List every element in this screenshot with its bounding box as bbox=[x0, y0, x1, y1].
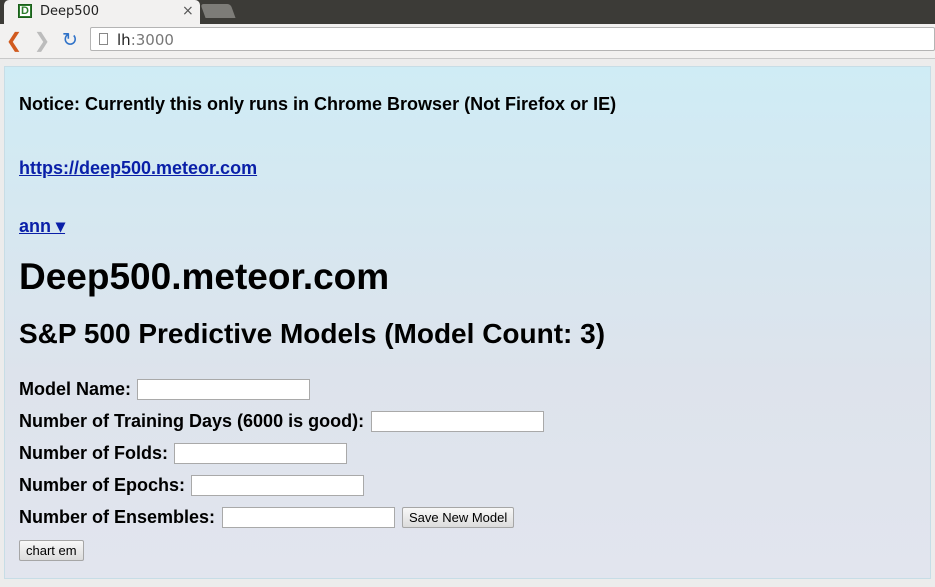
page-content: Notice: Currently this only runs in Chro… bbox=[4, 66, 931, 579]
model-name-input[interactable] bbox=[137, 379, 311, 400]
page-subtitle: S&P 500 Predictive Models (Model Count: … bbox=[19, 318, 606, 349]
new-tab-button[interactable] bbox=[200, 4, 236, 18]
folds-row: Number of Folds: bbox=[19, 443, 348, 465]
back-icon[interactable]: ❮ bbox=[4, 30, 24, 50]
browser-tab[interactable]: D Deep500 × bbox=[4, 0, 200, 24]
training-days-input[interactable] bbox=[370, 411, 544, 432]
tab-bar: D Deep500 × bbox=[0, 0, 935, 24]
epochs-row: Number of Epochs: bbox=[19, 475, 365, 497]
url-host: lh bbox=[117, 31, 131, 49]
page-viewport: Notice: Currently this only runs in Chro… bbox=[0, 59, 935, 587]
forward-icon[interactable]: ❯ bbox=[32, 30, 52, 50]
favicon-icon: D bbox=[18, 4, 32, 18]
user-menu-dropdown[interactable]: ann ▾ bbox=[19, 216, 65, 237]
folds-input[interactable] bbox=[174, 443, 348, 464]
browser-notice: Notice: Currently this only runs in Chro… bbox=[19, 94, 617, 114]
model-name-label: Model Name: bbox=[19, 379, 132, 399]
epochs-input[interactable] bbox=[191, 475, 365, 496]
browser-toolbar: ❮ ❯ ↻ lh:3000 bbox=[0, 24, 935, 59]
reload-icon[interactable]: ↻ bbox=[60, 30, 80, 50]
ensembles-label: Number of Ensembles: bbox=[19, 507, 216, 527]
tab-title: Deep500 bbox=[40, 4, 100, 19]
model-name-row: Model Name: bbox=[19, 379, 311, 401]
chart-em-button[interactable]: chart em bbox=[19, 540, 84, 561]
page-icon bbox=[99, 33, 108, 45]
save-new-model-button[interactable]: Save New Model bbox=[401, 507, 515, 528]
close-icon[interactable]: × bbox=[182, 3, 194, 19]
ensembles-row: Number of Ensembles: Save New Model bbox=[19, 507, 515, 529]
training-days-label: Number of Training Days (6000 is good): bbox=[19, 411, 365, 431]
url-port: :3000 bbox=[130, 31, 174, 49]
ensembles-input[interactable] bbox=[221, 507, 395, 528]
url-text: lh:3000 bbox=[117, 31, 174, 49]
training-days-row: Number of Training Days (6000 is good): bbox=[19, 411, 544, 433]
folds-label: Number of Folds: bbox=[19, 443, 168, 463]
site-link[interactable]: https://deep500.meteor.com bbox=[19, 158, 257, 179]
epochs-label: Number of Epochs: bbox=[19, 475, 186, 495]
page-title: Deep500.meteor.com bbox=[19, 256, 390, 297]
address-bar[interactable]: lh:3000 bbox=[90, 27, 935, 51]
